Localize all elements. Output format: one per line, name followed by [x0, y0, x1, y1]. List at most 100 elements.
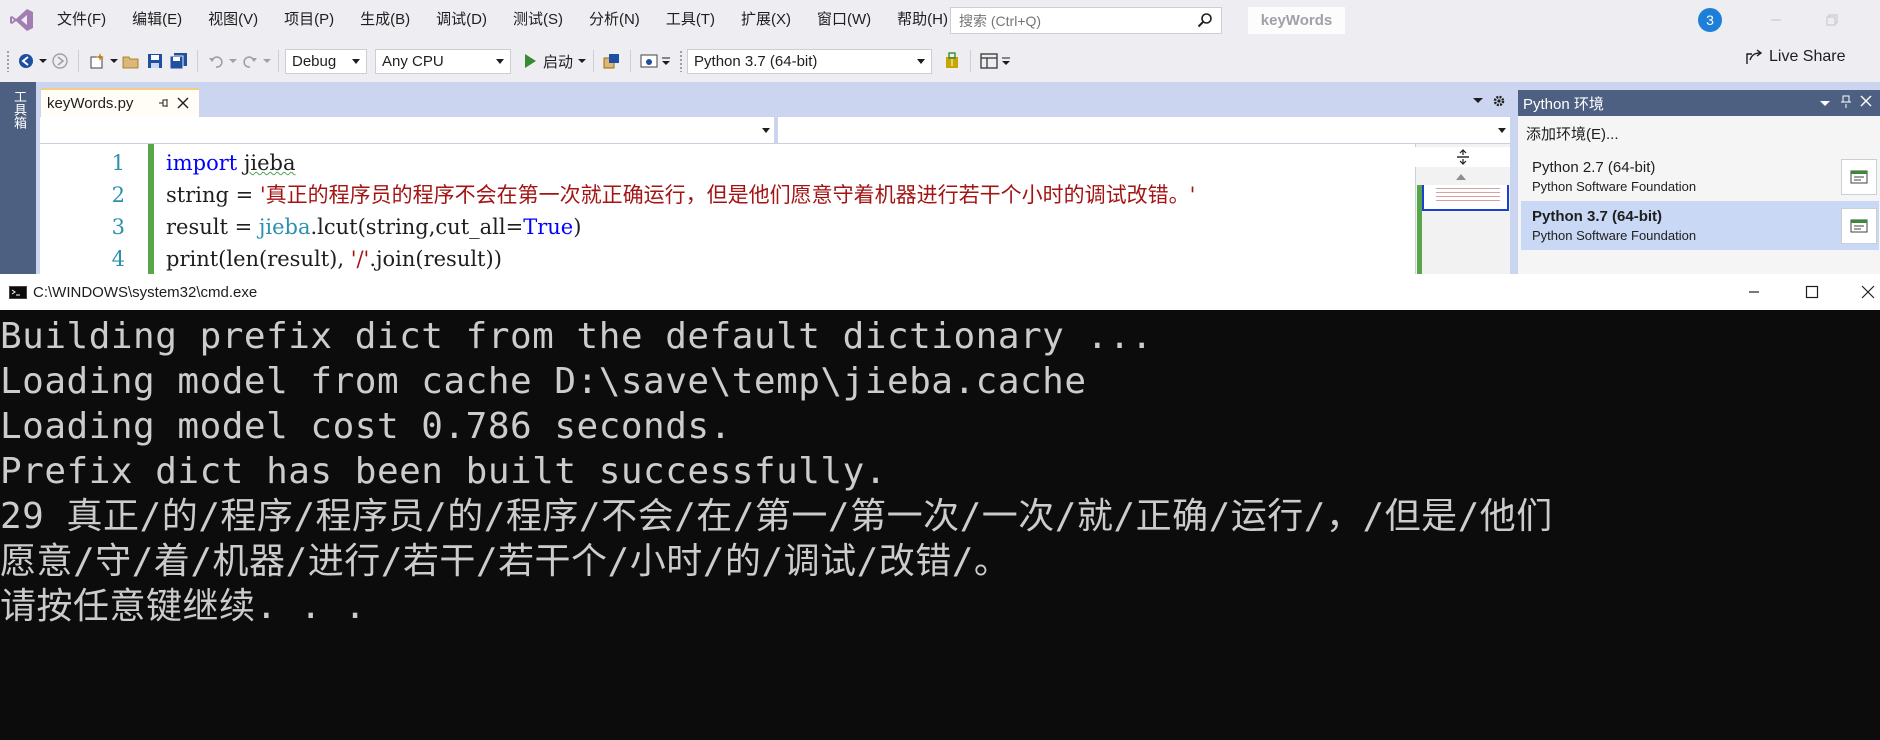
share-icon	[1746, 49, 1763, 64]
environment-name: Python 2.7 (64-bit)	[1532, 159, 1656, 176]
gear-icon[interactable]	[1491, 92, 1507, 110]
chevron-down-icon[interactable]	[228, 58, 238, 64]
navigation-scope-dropdown[interactable]	[40, 117, 774, 143]
back-icon[interactable]	[15, 50, 37, 72]
menu-analyze[interactable]: 分析(N)	[576, 0, 653, 40]
notification-badge[interactable]: 3	[1698, 8, 1722, 32]
console-line: Loading model cost 0.786 seconds.	[0, 406, 732, 447]
minimize-icon[interactable]	[1742, 282, 1766, 302]
start-button[interactable]: 启动	[519, 51, 577, 72]
tab-list-dropdown-icon[interactable]	[1470, 92, 1486, 110]
chevron-down-icon[interactable]	[1001, 57, 1011, 66]
save-icon[interactable]	[144, 50, 166, 72]
menu-project[interactable]: 项目(P)	[271, 0, 347, 40]
minimize-icon[interactable]	[1764, 8, 1788, 32]
python-environments-panel: Python 环境 添加环境(E)... Python 2.7 (64-bit)…	[1518, 90, 1880, 274]
chevron-down-icon	[917, 58, 926, 64]
code-line[interactable]: 2 string = '真正的程序员的程序不会在第一次就正确运行，但是他们愿意守…	[40, 179, 1415, 211]
console-line: Building prefix dict from the default di…	[0, 316, 1154, 357]
open-file-icon[interactable]	[120, 50, 142, 72]
pin-icon[interactable]	[1840, 94, 1852, 111]
interactive-window-icon[interactable]	[1841, 208, 1877, 244]
live-share-button[interactable]: Live Share	[1745, 48, 1846, 66]
tab-keywords-py[interactable]: keyWords.py	[41, 88, 199, 117]
chevron-down-icon[interactable]	[577, 58, 587, 64]
python-environment-value: Python 3.7 (64-bit)	[694, 52, 818, 70]
restore-icon[interactable]	[1820, 8, 1844, 32]
code-line[interactable]: 4 print(len(result), '/'.join(result))	[40, 243, 1415, 274]
layout-icon[interactable]	[978, 50, 1000, 72]
toolbar-separator	[970, 50, 972, 72]
environment-vendor: Python Software Foundation	[1532, 228, 1697, 243]
console-output[interactable]: Building prefix dict from the default di…	[0, 310, 1880, 740]
interactive-window-icon[interactable]	[1841, 159, 1877, 195]
menu-debug[interactable]: 调试(D)	[423, 0, 500, 40]
menu-window[interactable]: 窗口(W)	[804, 0, 884, 40]
line-number: 3	[111, 215, 125, 239]
close-icon[interactable]	[177, 96, 189, 113]
environment-vendor: Python Software Foundation	[1532, 179, 1697, 194]
play-icon	[525, 54, 536, 68]
close-icon[interactable]	[1856, 282, 1880, 302]
console-line: 请按任意键继续. . .	[0, 586, 367, 627]
menu-extensions[interactable]: 扩展(X)	[728, 0, 804, 40]
environment-item-python27[interactable]: Python 2.7 (64-bit) Python Software Foun…	[1521, 152, 1879, 201]
search-box[interactable]	[950, 7, 1222, 34]
search-input[interactable]	[959, 12, 1187, 29]
menu-view[interactable]: 视图(V)	[195, 0, 271, 40]
code-line[interactable]: 3 result = jieba.lcut(string,cut_all=Tru…	[40, 211, 1415, 243]
pin-icon[interactable]	[157, 96, 169, 114]
environment-item-python37[interactable]: Python 3.7 (64-bit) Python Software Foun…	[1521, 201, 1879, 250]
live-share-label: Live Share	[1769, 48, 1846, 65]
toolbar-separator	[197, 50, 198, 72]
menu-build[interactable]: 生成(B)	[347, 0, 423, 40]
panel-menu-icon[interactable]	[1820, 96, 1830, 110]
redo-icon[interactable]	[239, 50, 261, 72]
navigation-member-dropdown[interactable]	[778, 117, 1510, 143]
chevron-down-icon[interactable]	[661, 57, 671, 66]
code-line[interactable]: 1 import jieba	[40, 147, 1415, 179]
menu-bar: 文件(F) 编辑(E) 视图(V) 项目(P) 生成(B) 调试(D) 测试(S…	[0, 0, 1880, 40]
code-editor[interactable]: 1 import jieba 2 string = '真正的程序员的程序不会在第…	[40, 144, 1415, 274]
python-environment-dropdown[interactable]: Python 3.7 (64-bit)	[687, 48, 933, 74]
save-all-icon[interactable]	[168, 50, 190, 72]
line-number: 2	[111, 183, 125, 207]
standard-toolbar: Debug Any CPU 启动 Python 3.7 (64-bit)	[0, 40, 1880, 82]
toolbar-grip[interactable]	[6, 50, 10, 72]
menu-file[interactable]: 文件(F)	[44, 0, 119, 40]
menu-edit[interactable]: 编辑(E)	[119, 0, 195, 40]
chevron-down-icon[interactable]	[109, 58, 119, 64]
search-icon[interactable]	[1197, 12, 1213, 31]
split-window-icon[interactable]	[1415, 147, 1510, 167]
toolbar-grip[interactable]	[679, 50, 684, 72]
attach-process-icon[interactable]	[601, 50, 623, 72]
document-tab-bar: keyWords.py	[40, 88, 1510, 117]
panel-title-text: Python 环境	[1523, 95, 1604, 113]
forward-icon[interactable]	[49, 50, 71, 72]
toolbar-separator	[278, 50, 279, 72]
chevron-down-icon[interactable]	[38, 58, 48, 64]
browser-icon[interactable]	[638, 50, 660, 72]
console-line: Loading model from cache D:\save\temp\ji…	[0, 361, 1087, 402]
new-project-icon[interactable]	[86, 50, 108, 72]
code-text: import jieba	[166, 151, 296, 175]
toolbox-tab[interactable]: 工具箱	[10, 90, 27, 129]
menu-tools[interactable]: 工具(T)	[653, 0, 728, 40]
maximize-icon[interactable]	[1800, 282, 1824, 302]
scroll-up-icon[interactable]	[1456, 174, 1466, 180]
environment-name: Python 3.7 (64-bit)	[1532, 208, 1663, 225]
add-environment-link[interactable]: 添加环境(E)...	[1526, 123, 1619, 144]
start-button-label: 启动	[543, 53, 574, 71]
close-icon[interactable]	[1860, 95, 1872, 110]
python-package-icon[interactable]	[941, 50, 963, 72]
code-text: string = '真正的程序员的程序不会在第一次就正确运行，但是他们愿意守着机…	[166, 183, 1196, 207]
navigation-bar	[40, 117, 1510, 144]
solution-platform-dropdown[interactable]: Any CPU	[375, 48, 511, 74]
solution-config-dropdown[interactable]: Debug	[285, 48, 367, 74]
cmd-window-title: C:\WINDOWS\system32\cmd.exe	[33, 283, 258, 301]
undo-icon[interactable]	[205, 50, 227, 72]
map-code-preview	[1436, 188, 1500, 202]
menu-test[interactable]: 测试(S)	[500, 0, 576, 40]
cmd-title-bar[interactable]: C:\WINDOWS\system32\cmd.exe	[0, 274, 1880, 310]
chevron-down-icon[interactable]	[262, 58, 272, 64]
